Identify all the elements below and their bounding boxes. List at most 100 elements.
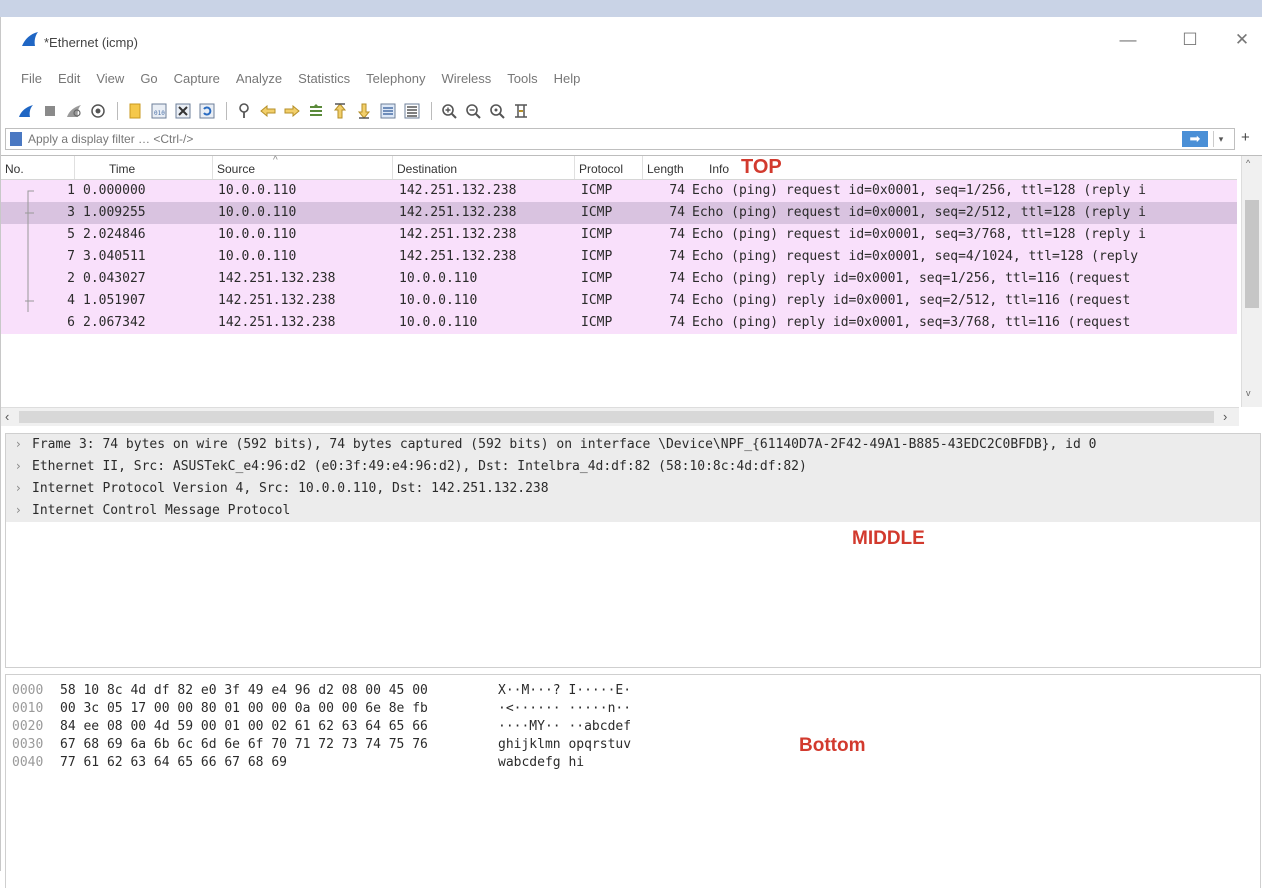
- zoom-in-icon[interactable]: [438, 101, 460, 121]
- byte-hex: 84 ee 08 00 4d 59 00 01 00 02 61 62 63 6…: [60, 719, 428, 734]
- apply-filter-arrow-icon[interactable]: ➡: [1182, 131, 1208, 147]
- expand-arrow-icon[interactable]: ›: [16, 503, 21, 517]
- main-toolbar: 010: [15, 100, 534, 122]
- packet-row-selected[interactable]: 3 1.009255 10.0.0.110 142.251.132.238 IC…: [1, 202, 1237, 224]
- byte-hex: 58 10 8c 4d df 82 e0 3f 49 e4 96 d2 08 0…: [60, 683, 428, 698]
- packet-protocol: ICMP: [581, 271, 613, 286]
- column-header-protocol[interactable]: Protocol: [575, 156, 643, 179]
- column-header-source[interactable]: Source: [213, 156, 393, 179]
- packet-row[interactable]: 4 1.051907 142.251.132.238 10.0.0.110 IC…: [1, 290, 1237, 312]
- packet-length: 74: [669, 183, 685, 198]
- first-packet-icon[interactable]: [329, 101, 351, 121]
- packet-row[interactable]: 2 0.043027 142.251.132.238 10.0.0.110 IC…: [1, 268, 1237, 290]
- packet-row[interactable]: 6 2.067342 142.251.132.238 10.0.0.110 IC…: [1, 312, 1237, 334]
- colorize-icon[interactable]: [401, 101, 423, 121]
- packet-destination: 10.0.0.110: [399, 293, 478, 308]
- menu-tools[interactable]: Tools: [499, 71, 545, 86]
- packet-rows: 1 0.000000 10.0.0.110 142.251.132.238 IC…: [1, 180, 1237, 407]
- normal-size-icon[interactable]: [486, 101, 508, 121]
- scroll-right-icon[interactable]: ›: [1223, 409, 1227, 424]
- detail-tree-item-ipv4[interactable]: › Internet Protocol Version 4, Src: 10.0…: [6, 478, 1260, 500]
- maximize-button[interactable]: ☐: [1175, 27, 1205, 53]
- column-header-no[interactable]: No.: [1, 156, 75, 179]
- minimize-button[interactable]: —: [1113, 27, 1143, 53]
- scroll-down-icon[interactable]: v: [1246, 388, 1251, 398]
- close-file-icon[interactable]: [172, 101, 194, 121]
- menu-capture[interactable]: Capture: [166, 71, 228, 86]
- packet-no: 7: [67, 249, 75, 264]
- restart-capture-icon[interactable]: [63, 101, 85, 121]
- packet-row[interactable]: 1 0.000000 10.0.0.110 142.251.132.238 IC…: [1, 180, 1237, 202]
- detail-tree-item-frame[interactable]: › Frame 3: 74 bytes on wire (592 bits), …: [6, 434, 1260, 456]
- packet-info: Echo (ping) request id=0x0001, seq=4/102…: [692, 249, 1139, 264]
- bytes-row[interactable]: 0000 58 10 8c 4d df 82 e0 3f 49 e4 96 d2…: [6, 681, 1260, 699]
- packet-info: Echo (ping) reply id=0x0001, seq=1/256, …: [692, 271, 1131, 286]
- packet-length: 74: [669, 293, 685, 308]
- column-header-destination[interactable]: Destination: [393, 156, 575, 179]
- filter-bookmark-icon[interactable]: [10, 132, 22, 146]
- go-to-packet-icon[interactable]: [305, 101, 327, 121]
- packet-info: Echo (ping) request id=0x0001, seq=2/512…: [692, 205, 1146, 220]
- menu-file[interactable]: File: [1, 71, 50, 86]
- packet-list-horizontal-scrollbar[interactable]: ‹ ›: [1, 407, 1239, 426]
- column-header-length[interactable]: Length: [643, 156, 691, 179]
- menu-analyze[interactable]: Analyze: [228, 71, 290, 86]
- packet-no: 5: [67, 227, 75, 242]
- auto-scroll-icon[interactable]: [377, 101, 399, 121]
- detail-text: Frame 3: 74 bytes on wire (592 bits), 74…: [32, 437, 1097, 452]
- filter-history-dropdown-icon[interactable]: ▾: [1213, 131, 1228, 147]
- scroll-up-icon[interactable]: ^: [1246, 158, 1250, 168]
- annotation-top: TOP: [741, 156, 782, 178]
- add-filter-button[interactable]: +: [1241, 129, 1250, 146]
- packet-row[interactable]: 5 2.024846 10.0.0.110 142.251.132.238 IC…: [1, 224, 1237, 246]
- byte-offset: 0030: [12, 737, 44, 752]
- byte-ascii: ·<······ ·····n··: [498, 701, 632, 716]
- scroll-thumb[interactable]: [1245, 200, 1259, 308]
- bytes-row[interactable]: 0010 00 3c 05 17 00 00 80 01 00 00 0a 00…: [6, 699, 1260, 717]
- detail-tree-item-icmp[interactable]: › Internet Control Message Protocol: [6, 500, 1260, 522]
- packet-time: 1.009255: [83, 205, 146, 220]
- open-file-icon[interactable]: [124, 101, 146, 121]
- scroll-left-icon[interactable]: ‹: [5, 409, 9, 424]
- expand-arrow-icon[interactable]: ›: [16, 459, 21, 473]
- packet-details-pane: › Frame 3: 74 bytes on wire (592 bits), …: [5, 433, 1261, 668]
- packet-row[interactable]: 7 3.040511 10.0.0.110 142.251.132.238 IC…: [1, 246, 1237, 268]
- menu-edit[interactable]: Edit: [50, 71, 88, 86]
- packet-destination: 142.251.132.238: [399, 205, 517, 220]
- bytes-row[interactable]: 0020 84 ee 08 00 4d 59 00 01 00 02 61 62…: [6, 717, 1260, 735]
- column-header-info[interactable]: Info: [691, 156, 737, 179]
- menu-telephony[interactable]: Telephony: [358, 71, 433, 86]
- menu-help[interactable]: Help: [546, 71, 589, 86]
- column-header-time[interactable]: Time: [75, 156, 213, 179]
- display-filter-input[interactable]: [28, 129, 1078, 149]
- packet-bytes-pane: 0000 58 10 8c 4d df 82 e0 3f 49 e4 96 d2…: [5, 674, 1261, 888]
- menu-view[interactable]: View: [88, 71, 132, 86]
- go-back-icon[interactable]: [257, 101, 279, 121]
- go-forward-icon[interactable]: [281, 101, 303, 121]
- stop-capture-icon[interactable]: [39, 101, 61, 121]
- expand-arrow-icon[interactable]: ›: [16, 481, 21, 495]
- bytes-row[interactable]: 0030 67 68 69 6a 6b 6c 6d 6e 6f 70 71 72…: [6, 735, 1260, 753]
- related-packet-marker: [25, 202, 34, 224]
- detail-text: Internet Control Message Protocol: [32, 503, 291, 518]
- toolbar-separator: [431, 102, 432, 120]
- scroll-thumb[interactable]: [19, 411, 1214, 423]
- packet-list-vertical-scrollbar[interactable]: ^ v: [1241, 156, 1262, 407]
- resize-columns-icon[interactable]: [510, 101, 532, 121]
- close-button[interactable]: ✕: [1227, 27, 1257, 53]
- capture-options-icon[interactable]: [87, 101, 109, 121]
- last-packet-icon[interactable]: [353, 101, 375, 121]
- menu-go[interactable]: Go: [132, 71, 165, 86]
- menu-bar: File Edit View Go Capture Analyze Statis…: [1, 66, 588, 90]
- reload-file-icon[interactable]: [196, 101, 218, 121]
- find-packet-icon[interactable]: [233, 101, 255, 121]
- expand-arrow-icon[interactable]: ›: [16, 437, 21, 451]
- start-capture-icon[interactable]: [15, 101, 37, 121]
- menu-statistics[interactable]: Statistics: [290, 71, 358, 86]
- zoom-out-icon[interactable]: [462, 101, 484, 121]
- detail-tree-item-ethernet[interactable]: › Ethernet II, Src: ASUSTekC_e4:96:d2 (e…: [6, 456, 1260, 478]
- save-file-icon[interactable]: 010: [148, 101, 170, 121]
- packet-time: 3.040511: [83, 249, 146, 264]
- menu-wireless[interactable]: Wireless: [433, 71, 499, 86]
- bytes-row[interactable]: 0040 77 61 62 63 64 65 66 67 68 69 wabcd…: [6, 753, 1260, 771]
